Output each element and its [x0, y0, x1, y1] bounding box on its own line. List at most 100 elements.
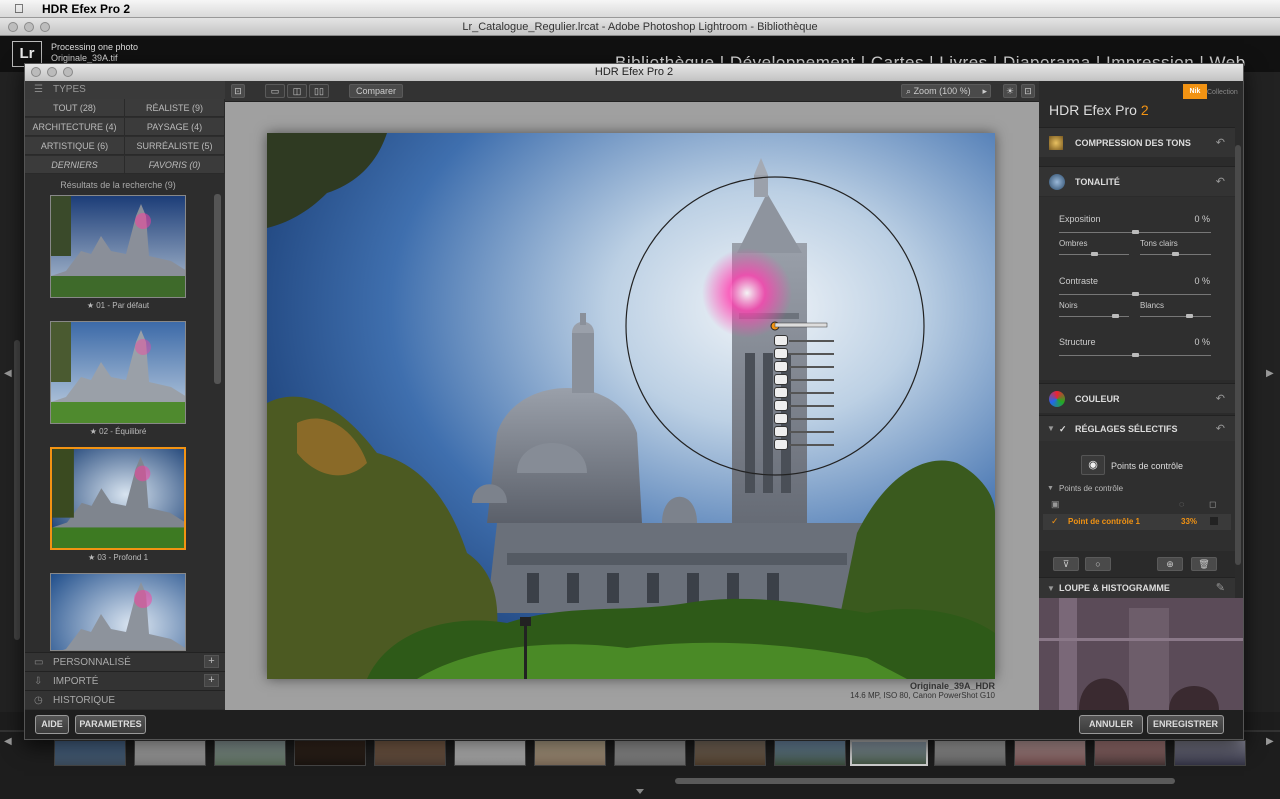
- contraste-knob[interactable]: [1131, 292, 1139, 296]
- cp-slider-ti[interactable]: [774, 426, 849, 438]
- lr-zoom-button[interactable]: [40, 22, 50, 32]
- filmstrip-thumb[interactable]: [54, 740, 126, 766]
- radius-icon[interactable]: ◌: [1179, 499, 1184, 509]
- filmstrip-right-icon[interactable]: ▶: [1266, 736, 1274, 747]
- app-menu-name[interactable]: HDR Efex Pro 2: [42, 2, 130, 16]
- group-points-icon[interactable]: ⊽: [1053, 557, 1079, 571]
- cp-slider-bl[interactable]: [774, 387, 849, 399]
- duplicate-point-icon[interactable]: ⊕: [1157, 557, 1183, 571]
- blancs-knob[interactable]: [1186, 314, 1194, 318]
- side-by-side-icon[interactable]: ▯▯: [309, 84, 329, 98]
- background-light-icon[interactable]: ☀: [1003, 84, 1017, 98]
- noirs-knob[interactable]: [1111, 314, 1119, 318]
- zoom-dropdown[interactable]: ⌕ Zoom (100 %) ▸: [901, 84, 991, 98]
- preset-thumb-03-selected[interactable]: [50, 447, 186, 550]
- types-header[interactable]: ☰ TYPES: [25, 81, 225, 99]
- type-architecture[interactable]: ARCHITECTURE (4): [25, 118, 125, 136]
- section-historique[interactable]: ◷ HISTORIQUE: [25, 690, 225, 709]
- preset-thumb-01[interactable]: [50, 195, 186, 298]
- control-point-row[interactable]: ✓ Point de contrôle 1 33%: [1043, 514, 1231, 530]
- help-button[interactable]: AIDE: [35, 715, 69, 734]
- filmstrip-thumb[interactable]: [454, 740, 526, 766]
- type-surrealiste[interactable]: SURRÉALISTE (5): [125, 137, 225, 155]
- cp-slider-co[interactable]: [774, 348, 849, 360]
- loupe-preview[interactable]: [1039, 598, 1243, 710]
- save-button[interactable]: ENREGISTRER: [1147, 715, 1224, 734]
- filmstrip-thumb-selected[interactable]: [850, 740, 928, 766]
- delete-point-icon[interactable]: 🗑: [1191, 557, 1217, 571]
- lr-right-toggle-icon[interactable]: ▶: [1266, 368, 1274, 379]
- cp-slider-wh[interactable]: [774, 400, 849, 412]
- type-favoris[interactable]: FAVORIS (0): [125, 156, 225, 174]
- single-view-icon[interactable]: ▭: [265, 84, 285, 98]
- type-artistique[interactable]: ARTISTIQUE (6): [25, 137, 125, 155]
- filmstrip-thumb[interactable]: [534, 740, 606, 766]
- loupe-collapse-icon[interactable]: ▼: [1047, 578, 1055, 599]
- toggle-left-panel-icon[interactable]: ⊡: [231, 84, 245, 98]
- cp-slider-ex[interactable]: [774, 335, 849, 347]
- type-derniers[interactable]: DERNIERS: [25, 156, 125, 174]
- section-importe[interactable]: ⇩ IMPORTÉ +: [25, 671, 225, 690]
- section-couleur[interactable]: COULEUR ↶: [1039, 383, 1235, 413]
- ungroup-points-icon[interactable]: ○: [1085, 557, 1111, 571]
- type-realiste[interactable]: RÉALISTE (9): [125, 99, 225, 117]
- filmstrip-left-icon[interactable]: ◀: [4, 736, 12, 747]
- type-paysage[interactable]: PAYSAGE (4): [125, 118, 225, 136]
- preset-thumb-04[interactable]: [50, 573, 186, 651]
- selectifs-checkbox[interactable]: ✓: [1059, 416, 1067, 442]
- ombres-knob[interactable]: [1090, 252, 1098, 256]
- section-selectifs[interactable]: ▼ ✓ RÉGLAGES SÉLECTIFS ↶: [1039, 415, 1235, 441]
- hdr-close-button[interactable]: [31, 67, 41, 77]
- tons-clairs-knob[interactable]: [1172, 252, 1179, 256]
- cp-slider-sa[interactable]: [774, 374, 849, 386]
- filmstrip-thumb[interactable]: [694, 740, 766, 766]
- add-importe-button[interactable]: +: [204, 674, 219, 687]
- filmstrip-thumb[interactable]: [1014, 740, 1086, 766]
- noirs-slider[interactable]: [1059, 316, 1129, 317]
- split-view-icon[interactable]: ◫: [287, 84, 307, 98]
- mask-icon[interactable]: ◻: [1209, 499, 1216, 510]
- blancs-slider[interactable]: [1140, 316, 1211, 317]
- pin-loupe-icon[interactable]: ✎: [1216, 578, 1225, 599]
- collapse-arrow-icon[interactable]: ▼: [1047, 416, 1055, 442]
- lr-minimize-button[interactable]: [24, 22, 34, 32]
- bottom-panel-toggle-icon[interactable]: [636, 789, 644, 794]
- control-point-size-slider[interactable]: [774, 322, 828, 328]
- preset-thumb-02[interactable]: [50, 321, 186, 424]
- cp-slider-im[interactable]: [774, 439, 849, 451]
- parameters-button[interactable]: PARAMETRES: [75, 715, 146, 734]
- filmstrip-thumb[interactable]: [774, 740, 846, 766]
- cancel-button[interactable]: ANNULER: [1079, 715, 1143, 734]
- lr-left-scrollbar[interactable]: [14, 340, 20, 640]
- point-checkbox[interactable]: ✓: [1051, 516, 1059, 527]
- filmstrip-thumb[interactable]: [294, 740, 366, 766]
- presets-scrollbar[interactable]: [214, 194, 221, 384]
- section-loupe[interactable]: ▼ LOUPE & HISTOGRAMME ✎: [1039, 577, 1235, 598]
- filmstrip-thumb[interactable]: [1174, 740, 1246, 766]
- points-collapse-icon[interactable]: ▼: [1047, 485, 1054, 492]
- reset-tonalite-icon[interactable]: ↶: [1216, 167, 1225, 197]
- apple-icon[interactable]: : [14, 1, 24, 16]
- filmstrip-thumb[interactable]: [214, 740, 286, 766]
- reset-couleur-icon[interactable]: ↶: [1216, 384, 1225, 414]
- hdr-zoom-button[interactable]: [63, 67, 73, 77]
- section-tonalite[interactable]: TONALITÉ ↶: [1039, 166, 1235, 196]
- filmstrip-scrollbar[interactable]: [675, 778, 1175, 784]
- add-control-point-label[interactable]: Points de contrôle: [1111, 461, 1183, 471]
- type-tout[interactable]: TOUT (28): [25, 99, 125, 117]
- add-control-point-button[interactable]: ◉: [1081, 455, 1105, 475]
- compare-button[interactable]: Comparer: [349, 84, 403, 98]
- filmstrip-thumb[interactable]: [934, 740, 1006, 766]
- lr-close-button[interactable]: [8, 22, 18, 32]
- lr-left-toggle-icon[interactable]: ◀: [4, 368, 12, 379]
- cp-slider-te[interactable]: [774, 413, 849, 425]
- point-mask-swatch[interactable]: [1210, 517, 1218, 525]
- structure-knob[interactable]: [1131, 353, 1139, 357]
- toggle-right-panel-icon[interactable]: ⊡: [1021, 84, 1035, 98]
- filmstrip-thumb[interactable]: [134, 740, 206, 766]
- add-personnalise-button[interactable]: +: [204, 655, 219, 668]
- exposition-knob[interactable]: [1131, 230, 1139, 234]
- filmstrip-thumb[interactable]: [1094, 740, 1166, 766]
- visibility-icon[interactable]: ▣: [1051, 499, 1060, 510]
- reset-compression-icon[interactable]: ↶: [1216, 128, 1225, 158]
